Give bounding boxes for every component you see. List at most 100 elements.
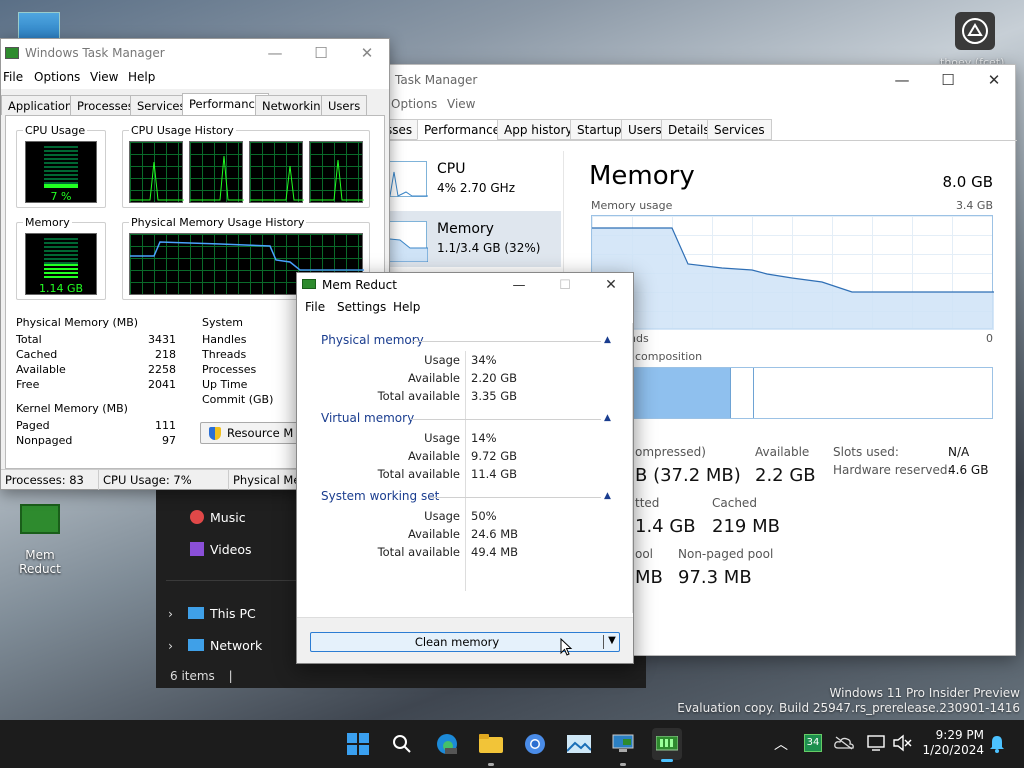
network-icon: [188, 639, 204, 651]
network-icon[interactable]: [866, 734, 886, 752]
memory-history-title: Physical Memory Usage History: [129, 216, 307, 229]
menu-help[interactable]: Help: [393, 300, 420, 314]
menu-file[interactable]: File: [3, 70, 23, 84]
user-profile-icon[interactable]: [955, 12, 995, 50]
perf-side-cpu[interactable]: CPU 4% 2.70 GHz: [377, 151, 561, 207]
windows-start-icon[interactable]: [345, 732, 371, 756]
tab-startup[interactable]: Startup: [570, 119, 629, 140]
stat-row: Up Time: [202, 377, 302, 392]
stat-value: 14%: [471, 431, 497, 445]
volume-icon[interactable]: [892, 734, 912, 752]
edge-icon[interactable]: [434, 732, 460, 756]
stat-label: Total: [16, 333, 42, 346]
file-explorer-icon[interactable]: [478, 732, 504, 766]
stat-value: 34%: [471, 353, 497, 367]
stat-label: Processes: [202, 363, 257, 376]
notification-bell-icon[interactable]: [988, 734, 1006, 754]
title-bar: Windows Task Manager — ☐ ✕: [1, 39, 389, 67]
cpu-history-graph-4: [309, 141, 364, 203]
perf-side-memory[interactable]: Memory 1.1/3.4 GB (32%): [377, 211, 561, 267]
search-icon[interactable]: [389, 732, 415, 756]
composition-in-use: [630, 368, 730, 418]
stat-paged-value: MB: [635, 567, 663, 588]
mem-reduct-window: Mem Reduct — ☐ ✕ File Settings Help Phys…: [296, 272, 634, 664]
section-physical-memory-title: Physical memory: [321, 333, 424, 347]
stat-label: Usage: [424, 431, 460, 445]
kernel-memory-title: Kernel Memory (MB): [16, 402, 128, 415]
explorer-tree-network[interactable]: › Network: [168, 634, 308, 656]
stat-value: 11.4 GB: [471, 467, 518, 481]
tab-users[interactable]: Users: [321, 95, 368, 115]
close-button[interactable]: ✕: [345, 39, 389, 67]
chrome-icon[interactable]: [522, 732, 548, 756]
tray-app-icon[interactable]: 34: [804, 734, 822, 752]
resource-monitor-button[interactable]: Resource M: [200, 422, 310, 444]
window-title: Mem Reduct: [322, 278, 397, 292]
explorer-tree-this-pc[interactable]: › This PC: [168, 602, 308, 624]
close-button[interactable]: ✕: [971, 65, 1017, 95]
menu-help[interactable]: Help: [128, 70, 155, 84]
menu-options[interactable]: Options: [391, 97, 437, 111]
photos-icon[interactable]: [566, 732, 592, 756]
system-title: System: [202, 316, 244, 329]
maximize-button[interactable]: ☐: [299, 39, 343, 67]
task-manager-icon: [5, 47, 19, 59]
memory-gauge: 1.14 GB: [25, 233, 97, 295]
stat-value: 218: [155, 348, 176, 361]
stat-label: Commit (GB): [202, 393, 274, 406]
watermark-line2: Evaluation copy. Build 25947.rs_prerelea…: [677, 701, 1020, 715]
collapse-icon[interactable]: ▲: [604, 491, 611, 501]
gauge-bars: [44, 238, 78, 264]
title-bar: Task Manager — ☐ ✕: [377, 65, 1015, 95]
explorer-tree-label: This PC: [210, 605, 256, 621]
stat-available-label: Available: [755, 445, 810, 459]
stat-nonpaged-label: Non-paged pool: [678, 547, 774, 561]
stat-inuse-value: B (37.2 MB): [635, 465, 741, 486]
close-button[interactable]: ✕: [589, 273, 633, 297]
remote-desktop-icon[interactable]: [610, 732, 636, 766]
onedrive-icon[interactable]: [834, 736, 854, 750]
stat-row: Available 24.6 MB: [303, 525, 633, 543]
memory-value: 1.14 GB: [38, 282, 84, 295]
computer-icon: [188, 607, 204, 619]
tab-performance[interactable]: Performance: [417, 119, 508, 140]
tab-app-history[interactable]: App history: [497, 119, 580, 140]
collapse-icon[interactable]: ▲: [604, 413, 611, 423]
running-indicator: [488, 763, 494, 766]
explorer-tree-label: Network: [210, 637, 263, 653]
composition-modified: [730, 368, 754, 418]
side-cpu-name: CPU: [437, 161, 466, 177]
mem-reduct-desktop-icon: [20, 504, 60, 534]
minimize-button[interactable]: —: [497, 273, 541, 297]
menu-view[interactable]: View: [447, 97, 475, 111]
maximize-button[interactable]: ☐: [925, 65, 971, 95]
stat-row: Cached 218: [16, 347, 176, 362]
cpu-usage-title: CPU Usage: [23, 124, 88, 137]
explorer-item-label: Videos: [210, 541, 252, 557]
tab-bar: Applications Processes Services Performa…: [1, 93, 389, 117]
menu-settings[interactable]: Settings: [337, 300, 386, 314]
minimize-button[interactable]: —: [253, 39, 297, 67]
menu-view[interactable]: View: [90, 70, 118, 84]
stat-value: 50%: [471, 509, 497, 523]
tab-services[interactable]: Services: [707, 119, 772, 140]
desktop-icon-top[interactable]: [18, 12, 60, 40]
gauge-fill: [44, 264, 78, 280]
mem-reduct-icon[interactable]: [652, 728, 682, 762]
cpu-history-title: CPU Usage History: [129, 124, 236, 137]
clock[interactable]: 9:29 PM 1/20/2024: [918, 728, 984, 758]
chevron-up-icon[interactable]: ︿: [772, 734, 790, 754]
desktop-icon-mem-reduct[interactable]: Mem Reduct: [4, 500, 76, 576]
minimize-button[interactable]: —: [879, 65, 925, 95]
collapse-icon[interactable]: ▲: [604, 335, 611, 345]
stat-row: Available 9.72 GB: [303, 447, 633, 465]
menu-file[interactable]: File: [305, 300, 325, 314]
active-indicator: [661, 759, 673, 762]
memory-total: 8.0 GB: [942, 173, 993, 191]
menu-options[interactable]: Options: [34, 70, 80, 84]
stat-value: 3431: [148, 333, 176, 346]
stat-label: Available: [16, 363, 66, 376]
stat-label: Up Time: [202, 378, 248, 391]
chevron-down-icon[interactable]: ▼: [605, 635, 619, 646]
stat-label: Available: [407, 527, 460, 541]
